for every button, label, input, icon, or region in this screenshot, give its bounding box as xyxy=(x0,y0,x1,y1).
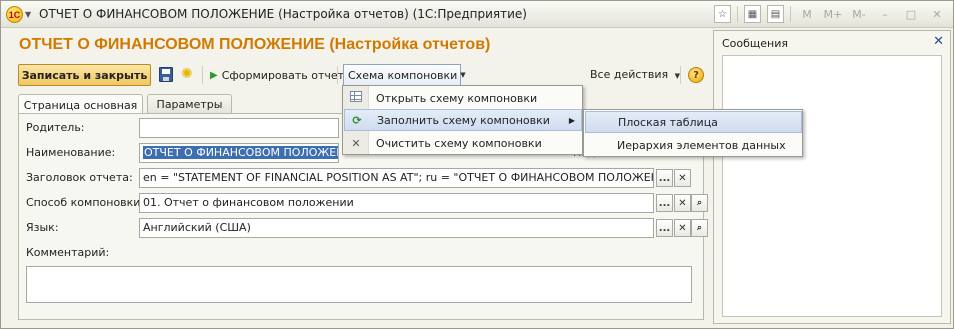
comment-textarea[interactable] xyxy=(26,266,692,303)
comment-row: Комментарий: xyxy=(19,243,705,263)
generate-report-label: Сформировать отчет xyxy=(221,68,345,82)
chevron-right-icon: ▶ xyxy=(568,115,575,125)
tab-parameters[interactable]: Параметры xyxy=(147,94,232,114)
clear-icon[interactable]: ✕ xyxy=(674,169,691,187)
comment-label: Комментарий: xyxy=(26,246,110,259)
menu-item-clear-schema[interactable]: ✕ Очистить схему компоновки xyxy=(344,132,582,154)
clear-icon: ✕ xyxy=(351,136,361,150)
divider xyxy=(790,6,791,22)
lightbulb-icon[interactable]: ✺ xyxy=(181,66,193,82)
clear-icon[interactable]: ✕ xyxy=(674,194,691,212)
app-logo-icon[interactable]: 1С xyxy=(6,6,23,23)
tab-main-page[interactable]: Страница основная xyxy=(18,94,143,115)
language-row: Язык: Английский (США) ... ✕ ⌕ xyxy=(19,218,708,238)
generate-report-button[interactable]: ▶ Сформировать отчет xyxy=(210,66,344,84)
parent-label: Родитель: xyxy=(26,121,85,134)
name-field[interactable]: ОТЧЕТ О ФИНАНСОВОМ ПОЛОЖЕНИЕ xyxy=(139,143,339,163)
language-field[interactable]: Английский (США) xyxy=(139,218,654,238)
report-header-row: Заголовок отчета: en = "STATEMENT OF FIN… xyxy=(19,168,705,188)
window-title: ОТЧЕТ О ФИНАНСОВОМ ПОЛОЖЕНИЕ (Настройка … xyxy=(39,7,527,21)
form-title: ОТЧЕТ О ФИНАНСОВОМ ПОЛОЖЕНИЕ (Настройка … xyxy=(19,36,491,53)
report-header-field[interactable]: en = "STATEMENT OF FINANCIAL POSITION AS… xyxy=(139,168,654,188)
choose-button[interactable]: ... xyxy=(656,169,673,187)
memory-minus-button[interactable]: M- xyxy=(849,8,869,21)
chevron-down-icon: ▼ xyxy=(460,71,466,79)
submenu-item-label: Плоская таблица xyxy=(618,115,718,129)
choose-button[interactable]: ... xyxy=(656,219,673,237)
divider xyxy=(337,66,338,84)
composition-schema-label: Схема компоновки xyxy=(348,68,458,82)
app-menu-arrow-icon[interactable]: ▼ xyxy=(25,10,31,19)
save-and-close-button[interactable]: Записать и закрыть xyxy=(18,64,151,86)
close-icon[interactable]: ✕ xyxy=(933,34,944,49)
layout-method-field[interactable]: 01. Отчет о финансовом положении xyxy=(139,193,654,213)
submenu-item-data-hierarchy[interactable]: Иерархия элементов данных xyxy=(585,134,802,156)
menu-item-label: Открыть схему компоновки xyxy=(376,91,538,105)
report-header-label: Заголовок отчета: xyxy=(26,171,133,184)
memory-plus-button[interactable]: M+ xyxy=(823,8,843,21)
menu-item-label: Заполнить схему компоновки xyxy=(377,113,550,127)
refresh-icon: ⟳ xyxy=(352,113,362,127)
messages-title: Сообщения xyxy=(722,37,789,50)
submenu-item-flat-table[interactable]: Плоская таблица xyxy=(585,111,802,133)
table-icon xyxy=(344,91,368,105)
menu-item-open-schema[interactable]: Открыть схему компоновки xyxy=(344,87,582,109)
help-icon[interactable]: ? xyxy=(688,67,704,83)
favorites-icon[interactable]: ☆ xyxy=(714,5,731,23)
minimize-button[interactable]: – xyxy=(875,8,895,21)
name-label: Наименование: xyxy=(26,146,116,159)
fill-schema-submenu: Плоская таблица Иерархия элементов данны… xyxy=(583,109,803,157)
calculator-icon[interactable]: ▦ xyxy=(744,5,761,23)
language-label: Язык: xyxy=(26,221,59,234)
app-window: 1С ▼ ОТЧЕТ О ФИНАНСОВОМ ПОЛОЖЕНИЕ (Настр… xyxy=(0,0,954,329)
name-value: ОТЧЕТ О ФИНАНСОВОМ ПОЛОЖЕНИЕ xyxy=(143,146,338,159)
search-icon[interactable]: ⌕ xyxy=(691,219,708,237)
save-icon[interactable] xyxy=(159,67,173,82)
all-actions-button[interactable]: Все действия ▼ xyxy=(590,68,680,81)
all-actions-label: Все действия xyxy=(590,68,669,81)
composition-schema-button[interactable]: Схема компоновки ▼ xyxy=(343,64,466,86)
title-bar: 1С ▼ ОТЧЕТ О ФИНАНСОВОМ ПОЛОЖЕНИЕ (Настр… xyxy=(1,1,953,28)
divider xyxy=(202,66,203,84)
layout-method-row: Способ компоновки: 01. Отчет о финансово… xyxy=(19,193,708,213)
form-toolbar: Записать и закрыть ✺ ▶ Сформировать отче… xyxy=(18,64,704,86)
parent-field[interactable] xyxy=(139,118,339,138)
search-icon[interactable]: ⌕ xyxy=(691,194,708,212)
layout-method-label: Способ компоновки: xyxy=(26,196,145,209)
maximize-button[interactable]: □ xyxy=(901,8,921,21)
close-button[interactable]: ✕ xyxy=(927,8,947,21)
title-bar-tools: ☆ ▦ ▤ M M+ M- – □ ✕ xyxy=(714,5,947,23)
messages-list xyxy=(722,55,942,317)
divider xyxy=(680,66,681,84)
memory-m-button[interactable]: M xyxy=(797,8,817,21)
report-settings-form: ОТЧЕТ О ФИНАНСОВОМ ПОЛОЖЕНИЕ (Настройка … xyxy=(9,30,708,324)
choose-button[interactable]: ... xyxy=(656,194,673,212)
play-icon: ▶ xyxy=(210,69,218,81)
clear-icon[interactable]: ✕ xyxy=(674,219,691,237)
messages-pane: Сообщения ✕ xyxy=(713,30,951,324)
calendar-icon[interactable]: ▤ xyxy=(767,5,784,23)
submenu-item-label: Иерархия элементов данных xyxy=(617,138,786,152)
divider xyxy=(737,6,738,22)
menu-item-label: Очистить схему компоновки xyxy=(376,136,542,150)
composition-schema-menu: Открыть схему компоновки ⟳ Заполнить схе… xyxy=(342,85,583,155)
menu-item-fill-schema[interactable]: ⟳ Заполнить схему компоновки ▶ xyxy=(344,109,582,131)
